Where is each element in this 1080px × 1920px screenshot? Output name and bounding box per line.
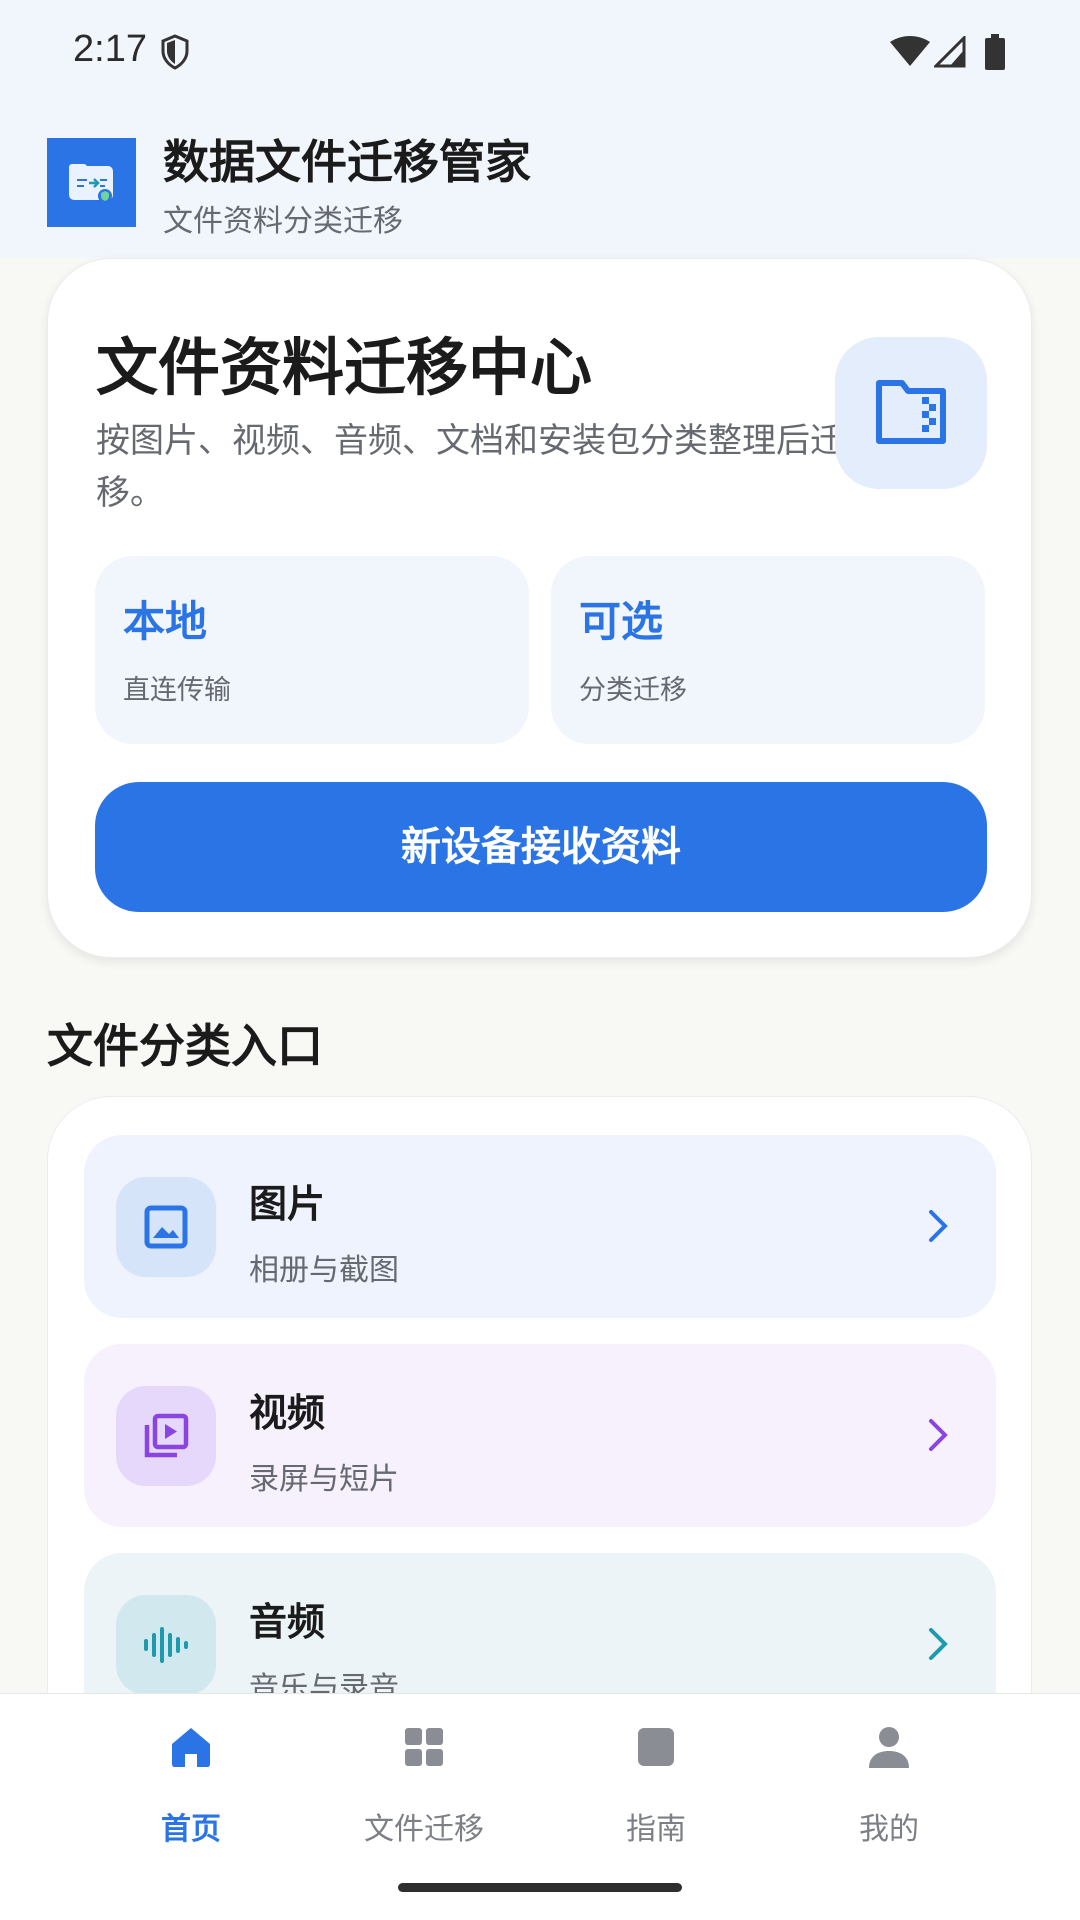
stat-label: 分类迁移: [579, 675, 687, 706]
status-time: 2:17: [73, 28, 147, 70]
wifi-icon: [890, 36, 930, 66]
section-title: 文件分类入口: [47, 1019, 323, 1073]
category-desc: 录屏与短片: [249, 1462, 399, 1497]
folder-zip-icon: [876, 380, 946, 444]
image-icon: [144, 1205, 188, 1249]
category-icon-box: [116, 1386, 216, 1486]
person-icon: [869, 1727, 909, 1768]
stat-local-transfer: 本地 直连传输: [95, 556, 529, 744]
chevron-right-icon: [929, 1210, 948, 1242]
app-header: 数据文件迁移管家 文件资料分类迁移: [0, 108, 1080, 258]
category-name: 音频: [249, 1600, 326, 1644]
chevron-right-icon: [929, 1419, 948, 1451]
app-subtitle: 文件资料分类迁移: [163, 204, 403, 239]
app-screen: 2:17 数据文件迁移管家 文件资料分类迁移 文件资料迁移中心 按图片、视频、音…: [0, 0, 1080, 1920]
battery-icon: [985, 34, 1005, 70]
nav-profile[interactable]: 我的: [773, 1694, 1005, 1847]
signal-icon: [934, 36, 966, 68]
nav-label: 我的: [859, 1812, 919, 1847]
category-desc: 相册与截图: [249, 1253, 399, 1288]
nav-guide[interactable]: 指南: [540, 1694, 772, 1847]
book-icon: [638, 1728, 674, 1766]
migration-center-card: 文件资料迁移中心 按图片、视频、音频、文档和安装包分类整理后迁移。 本地 直连传…: [47, 258, 1032, 958]
nav-label: 文件迁移: [364, 1812, 484, 1847]
category-item-videos[interactable]: 视频 录屏与短片: [84, 1344, 996, 1527]
receive-data-button[interactable]: 新设备接收资料: [95, 782, 987, 912]
category-icon-box: [116, 1177, 216, 1277]
category-name: 图片: [249, 1182, 326, 1226]
stat-value: 可选: [579, 597, 664, 646]
app-logo: [47, 138, 136, 227]
video-library-icon: [144, 1413, 189, 1458]
home-icon: [172, 1728, 210, 1767]
shield-icon: [161, 34, 189, 70]
stat-optional-migration: 可选 分类迁移: [551, 556, 985, 744]
home-indicator[interactable]: [398, 1883, 682, 1892]
hero-title: 文件资料迁移中心: [96, 331, 593, 404]
stat-value: 本地: [123, 597, 208, 646]
grid-icon: [405, 1728, 443, 1766]
category-item-images[interactable]: 图片 相册与截图: [84, 1135, 996, 1318]
hero-description: 按图片、视频、音频、文档和安装包分类整理后迁移。: [96, 421, 844, 513]
folder-transfer-icon: [69, 164, 113, 203]
app-title: 数据文件迁移管家: [163, 135, 531, 189]
nav-label: 首页: [161, 1812, 221, 1847]
hero-icon-box: [835, 337, 987, 489]
category-icon-box: [116, 1595, 216, 1695]
nav-label: 指南: [626, 1812, 686, 1847]
audio-wave-icon: [144, 1627, 188, 1663]
nav-file-migration[interactable]: 文件迁移: [308, 1694, 540, 1847]
status-bar: 2:17: [0, 0, 1080, 108]
category-name: 视频: [249, 1391, 326, 1435]
stat-label: 直连传输: [123, 675, 231, 706]
nav-home[interactable]: 首页: [75, 1694, 307, 1847]
chevron-right-icon: [929, 1628, 948, 1660]
